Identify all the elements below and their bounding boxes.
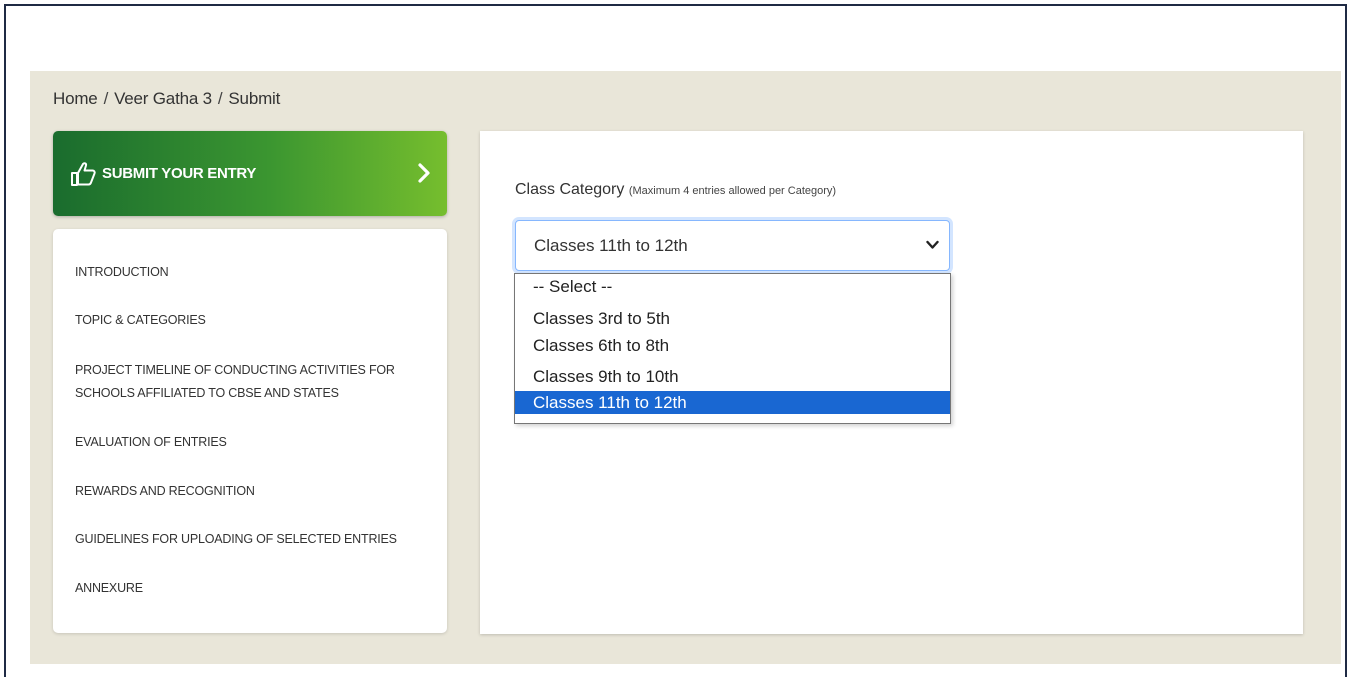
sidebar-menu: INTRODUCTION TOPIC & CATEGORIES PROJECT … [53,229,447,633]
breadcrumb-veer-gatha[interactable]: Veer Gatha 3 [114,89,212,108]
menu-item-evaluation[interactable]: EVALUATION OF ENTRIES [75,431,227,454]
option-classes-9-10[interactable]: Classes 9th to 10th [515,365,950,388]
option-select-placeholder[interactable]: -- Select -- [515,275,950,298]
breadcrumb-home[interactable]: Home [53,89,98,108]
page-frame: Home / Veer Gatha 3 / Submit SUBMIT YOUR ENT… [4,4,1347,677]
thumbs-up-hand-icon [71,162,96,186]
class-category-label: Class Category (Maximum 4 entries allowe… [515,181,836,199]
menu-item-introduction[interactable]: INTRODUCTION [75,261,169,284]
class-category-select[interactable]: Classes 11th to 12th [515,220,950,271]
breadcrumb-separator: / [217,89,223,108]
breadcrumb-separator: / [103,89,109,108]
menu-item-annexure[interactable]: ANNEXURE [75,577,143,600]
chevron-right-icon [418,163,430,183]
option-classes-3-5[interactable]: Classes 3rd to 5th [515,307,950,330]
class-category-selected-value: Classes 11th to 12th [534,236,688,255]
menu-item-topic-categories[interactable]: TOPIC & CATEGORIES [75,309,206,332]
chevron-down-icon [926,240,939,249]
breadcrumb-submit: Submit [228,89,281,108]
class-category-hint: (Maximum 4 entries allowed per Category) [628,185,837,197]
option-classes-11-12[interactable]: Classes 11th to 12th [515,391,950,414]
content-area: Home / Veer Gatha 3 / Submit SUBMIT YOUR ENT… [30,71,1341,664]
option-classes-6-8[interactable]: Classes 6th to 8th [515,334,950,357]
menu-item-project-timeline-line2: SCHOOLS AFFILIATED TO CBSE AND STATES [75,386,339,400]
menu-item-guidelines[interactable]: GUIDELINES FOR UPLOADING OF SELECTED ENT… [75,528,397,551]
submit-entry-button[interactable]: SUBMIT YOUR ENTRY [53,131,447,216]
submission-form: Class Category (Maximum 4 entries allowe… [480,131,1303,634]
submit-entry-label: SUBMIT YOUR ENTRY [102,165,257,182]
menu-item-project-timeline-line1: PROJECT TIMELINE OF CONDUCTING ACTIVITIE… [75,363,395,377]
breadcrumb: Home / Veer Gatha 3 / Submit [53,89,280,109]
menu-item-project-timeline[interactable]: PROJECT TIMELINE OF CONDUCTING ACTIVITIE… [75,359,395,405]
class-category-dropdown: -- Select -- Classes 3rd to 5th Classes … [514,273,951,424]
menu-item-rewards[interactable]: REWARDS AND RECOGNITION [75,480,255,503]
class-category-title: Class Category [515,181,625,198]
